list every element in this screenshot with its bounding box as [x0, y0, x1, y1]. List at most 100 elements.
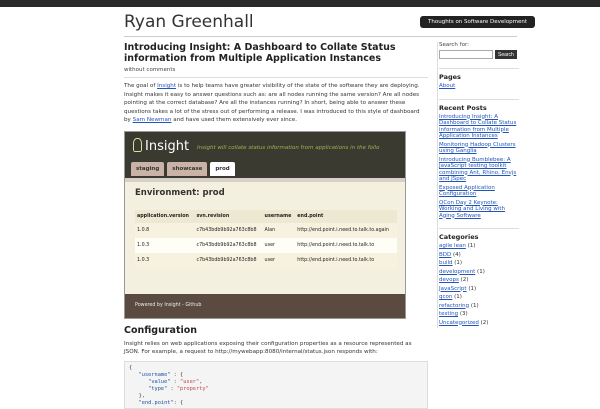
recent-post-link[interactable]: Introducing Insight: A Dashboard to Coll…	[439, 114, 516, 140]
table-cell: http://end.point.i.need.to.talk.to	[295, 237, 397, 253]
configuration-text: Insight relies on web applications expos…	[124, 340, 412, 356]
sam-newman-link[interactable]: Sam Newman	[133, 117, 172, 123]
insight-logo-text: Insight	[145, 138, 190, 154]
post-text: and have used them extensively ever sinc…	[171, 117, 297, 123]
category-count: (3)	[459, 311, 468, 317]
tab-staging: staging	[131, 161, 165, 176]
top-bar	[0, 0, 600, 7]
search-form: Search	[439, 50, 519, 59]
list-item: agile lean (1)	[439, 243, 519, 250]
list-item: build (1)	[439, 260, 519, 267]
pages-list: About	[439, 83, 519, 90]
category-count: (1)	[454, 260, 463, 266]
recent-post-link[interactable]: Monitoring Hadoop Clusters using Ganglia	[439, 142, 516, 155]
table-cell: 1.0.3	[135, 252, 195, 268]
lightbulb-icon	[133, 137, 142, 152]
code-value: "user"	[180, 378, 200, 385]
category-link[interactable]: development	[439, 269, 475, 275]
table-cell: c7b43bdb9b92a763c8b8	[194, 252, 263, 268]
screenshot-footer: Powered by Insight - Github	[125, 293, 405, 318]
pages-heading: Pages	[439, 68, 519, 81]
list-item: JavaScript (1)	[439, 286, 519, 293]
screenshot-env-bar	[125, 177, 405, 182]
list-item: Exposed Application Configuration	[439, 185, 519, 198]
list-item: Introducing Bumblebee: A JavaScript test…	[439, 157, 519, 183]
column-header: application.version	[135, 209, 195, 223]
category-count: (2)	[460, 277, 469, 283]
table-cell: 1.0.8	[135, 222, 195, 238]
category-link[interactable]: build	[439, 260, 453, 266]
column-header: svn.revision	[194, 209, 263, 223]
table-cell: c7b43bdb9b92a763c8b8	[194, 237, 263, 253]
list-item: refactoring (1)	[439, 303, 519, 310]
category-link[interactable]: devops	[439, 277, 459, 283]
table-row: 1.0.3 c7b43bdb9b92a763c8b8 user http://e…	[135, 237, 397, 253]
post-meta: without comments	[124, 67, 428, 78]
environment-tabs: staging showcase prod	[131, 161, 235, 176]
list-item: About	[439, 83, 519, 90]
sidebar: Search for: Search Pages About Recent Po…	[437, 42, 519, 328]
insight-link[interactable]: Insight	[157, 83, 176, 89]
recent-posts-heading: Recent Posts	[439, 98, 519, 112]
screenshot-footer-text: Powered by Insight - Github	[135, 302, 202, 308]
table-cell: user	[262, 237, 296, 253]
post-text: The goal of	[124, 83, 158, 89]
tab-showcase: showcase	[167, 161, 208, 176]
column-header: username	[262, 209, 296, 223]
list-item: Uncategorized (2)	[439, 320, 519, 327]
list-item: qcon (1)	[439, 294, 519, 301]
list-item: Introducing Insight: A Dashboard to Coll…	[439, 114, 519, 140]
table-row: 1.0.3 c7b43bdb9b92a763c8b8 user http://e…	[135, 252, 397, 268]
list-item: testing (3)	[439, 311, 519, 318]
column-header: end.point	[295, 209, 397, 223]
main-content: Introducing Insight: A Dashboard to Coll…	[124, 42, 428, 409]
site-title[interactable]: Ryan Greenhall	[124, 12, 254, 32]
insight-screenshot: Insight Insight will collate status info…	[124, 130, 406, 319]
category-link[interactable]: Uncategorized	[439, 320, 479, 326]
table-cell: Alan	[262, 222, 296, 238]
recent-post-link[interactable]: Exposed Application Configuration	[439, 185, 495, 198]
code-line: {	[129, 364, 133, 371]
category-count: (2)	[480, 319, 489, 326]
table-cell: user	[262, 252, 296, 268]
page-link-about[interactable]: About	[439, 83, 455, 89]
category-count: (1)	[470, 302, 479, 309]
list-item: development (1)	[439, 269, 519, 276]
category-link[interactable]: refactoring	[439, 303, 469, 309]
header-divider	[124, 36, 517, 37]
categories-heading: Categories	[439, 228, 519, 241]
post-title[interactable]: Introducing Insight: A Dashboard to Coll…	[124, 42, 428, 64]
category-link[interactable]: testing	[439, 311, 458, 317]
recent-posts-list: Introducing Insight: A Dashboard to Coll…	[439, 114, 519, 220]
table-row: 1.0.8 c7b43bdb9b92a763c8b8 Alan http://e…	[135, 222, 397, 238]
category-link[interactable]: agile lean	[439, 243, 466, 249]
list-item: devops (2)	[439, 277, 519, 284]
tab-prod: prod	[210, 161, 235, 176]
site-tagline: Thoughts on Software Development	[420, 16, 536, 28]
environment-title: Environment: prod	[135, 187, 225, 198]
search-input[interactable]	[439, 50, 493, 59]
code-value: "property"	[176, 385, 209, 392]
category-link[interactable]: qcon	[439, 294, 452, 300]
recent-post-link[interactable]: Introducing Bumblebee: A JavaScript test…	[439, 157, 516, 183]
table-cell: c7b43bdb9b92a763c8b8	[194, 222, 263, 238]
category-link[interactable]: BDD	[439, 252, 451, 258]
code-key: "username"	[138, 371, 171, 378]
table-cell: http://end.point.i.need.to.talk.to.again	[295, 222, 397, 238]
category-link[interactable]: JavaScript	[439, 286, 467, 292]
code-block[interactable]: { "username" : { "value" : "user", "type…	[124, 360, 428, 409]
status-table: application.version svn.revision usernam…	[135, 209, 397, 268]
recent-post-link[interactable]: QCon Day 2 Keynote: Working and Living w…	[439, 200, 505, 219]
screenshot-header: Insight Insight will collate status info…	[125, 131, 405, 178]
table-header-row: application.version svn.revision usernam…	[135, 209, 397, 223]
category-count: (4)	[453, 251, 461, 258]
screenshot-tagline: Insight will collate status information …	[197, 144, 380, 151]
insight-logo: Insight	[133, 137, 190, 154]
list-item: Monitoring Hadoop Clusters using Ganglia	[439, 142, 519, 155]
table-cell: 1.0.3	[135, 237, 195, 253]
category-count: (1)	[468, 285, 477, 292]
post-intro: The goal of Insight is to help teams hav…	[124, 82, 428, 125]
list-item: QCon Day 2 Keynote: Working and Living w…	[439, 200, 519, 220]
category-count: (1)	[477, 268, 485, 275]
search-button[interactable]: Search	[495, 50, 517, 59]
